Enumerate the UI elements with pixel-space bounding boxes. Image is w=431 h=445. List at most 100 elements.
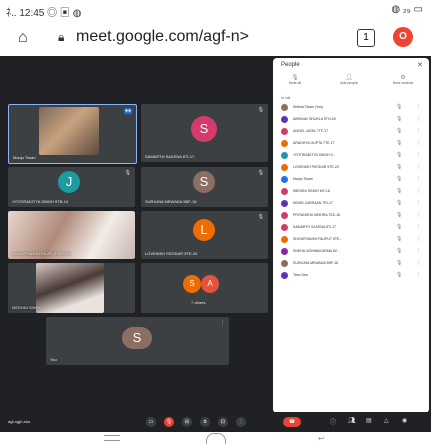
mic-icon[interactable]: 🎙︎ (396, 164, 402, 170)
participant-row[interactable]: PRIYANSHU MISHRA 7EZ-16 🎙︎ ⋮ (273, 210, 429, 221)
others-tile[interactable]: S A 7 others (141, 263, 268, 313)
mic-icon[interactable]: 🎙︎ (396, 212, 402, 218)
opera-menu-icon[interactable]: O (393, 27, 413, 47)
leave-call-button[interactable]: ☎︎ (283, 417, 301, 427)
participant-row[interactable]: SAMARTH SAXENA 8TI-17 🎙︎ ⋮ (273, 222, 429, 233)
participant-avatar (281, 104, 288, 111)
more-options-icon[interactable]: ⋮ (416, 200, 421, 206)
participant-name: MEDHNI SINGH 6IY-16 (293, 189, 330, 193)
video-tile[interactable]: SHOURYANSH RAJPUT 5TE-15 (8, 211, 135, 259)
people-icon[interactable]: 👥︎ (348, 417, 356, 424)
mic-icon[interactable]: 🎙︎ (396, 272, 402, 278)
tab-count-button[interactable]: 1 (357, 29, 375, 47)
recents-icon[interactable] (104, 435, 120, 441)
participant-name: MOHD ZARRAAN 7RI-17 (293, 201, 333, 205)
tile-name: SAMARTH SAXENA 8TI-17 (145, 154, 195, 159)
more-options-icon[interactable]: ⋮ (416, 236, 421, 242)
mic-icon[interactable]: 🎙︎ (396, 140, 402, 146)
more-options-icon[interactable]: ⋮ (416, 212, 421, 218)
raise-hand-icon[interactable]: ✋︎ (200, 417, 210, 427)
participant-row[interactable]: Shikha Tiwari (You) 🎙︎ ⋮ (273, 102, 429, 113)
video-tile[interactable]: 🎙︎ S SAMARTH SAXENA 8TI-17 (141, 104, 268, 162)
participant-avatar (281, 128, 288, 135)
more-options-icon[interactable]: ⋮ (236, 417, 246, 427)
mic-icon[interactable]: 🎙︎ (396, 116, 402, 122)
mic-off-icon: 🎙︎ (257, 170, 264, 176)
video-tile[interactable]: MEDHNI SINGH (8, 263, 135, 313)
more-options-icon[interactable]: ⋮ (416, 188, 421, 194)
participant-name: SAMARTH SAXENA 8TI-17 (293, 225, 337, 229)
more-options-icon[interactable]: ⋮ (416, 176, 421, 182)
more-options-icon[interactable]: ⋮ (416, 272, 421, 278)
more-options-icon[interactable]: ⋮ (416, 164, 421, 170)
more-options-icon[interactable]: ⋮ (416, 116, 421, 122)
more-options-icon[interactable]: ⋮ (416, 260, 421, 266)
more-options-icon[interactable]: ⋮ (416, 224, 421, 230)
participant-avatar (281, 164, 288, 171)
activities-icon[interactable]: △ (384, 417, 389, 424)
participant-row[interactable]: MEDHNI SINGH 6IY-16 🎙︎ ⋮ (273, 186, 429, 197)
mic-icon[interactable]: 🎙︎ (396, 200, 402, 206)
action-label: Host controls (392, 81, 414, 85)
more-options-icon[interactable]: ⋮ (416, 140, 421, 146)
mic-icon[interactable]: 🎙︎ (396, 188, 402, 194)
participant-name: ABHINAV SHUKLA 9TH-18 (293, 117, 336, 121)
video-tile[interactable]: 🎙︎ L LOVENISH PATIDAR 9TE-20 (141, 211, 268, 259)
url-field[interactable]: meet.google.com/agf-n> (76, 28, 346, 46)
mic-icon[interactable]: 🎙︎ (396, 236, 402, 242)
mic-icon[interactable]: 🎙︎ (396, 128, 402, 134)
mic-icon[interactable]: 🎙︎ (396, 248, 402, 254)
mic-icon[interactable]: 🎙︎ (396, 104, 402, 110)
video-tile[interactable]: 🎙︎ J JYOTIRADITYA SINGH 9TB-14 (8, 167, 135, 207)
back-icon[interactable]: ↩ (318, 434, 325, 443)
participant-name: ANGEL JATAV 7TF-17 (293, 129, 329, 133)
close-icon[interactable]: ✕ (417, 61, 423, 69)
more-options-icon[interactable]: ⋮ (416, 152, 421, 158)
lock-icon[interactable]: ◉ (402, 417, 407, 424)
mic-icon[interactable]: 🎙︎ (396, 176, 402, 182)
chat-icon[interactable]: ▤ (366, 417, 372, 424)
mic-off-button[interactable]: 🎙︎ (164, 417, 174, 427)
participant-avatar (281, 116, 288, 123)
participant-row[interactable]: Tanu Sen 🎙︎ ⋮ (273, 270, 429, 281)
meeting-code: agf-ngjh-shu (8, 419, 31, 424)
mic-icon: 🎙︎ (291, 75, 299, 81)
participant-name: Tanu Sen (293, 273, 308, 277)
participant-row[interactable]: ANGEL JATAV 7TF-17 🎙︎ ⋮ (273, 126, 429, 137)
home-button-icon[interactable] (206, 433, 226, 444)
control-bar: agf-ngjh-shu ▭ 🎙︎ ⊟ ✋︎ ⊡ ⋮ ☎︎ ⓘ 👥︎ ▤ △ ◉ (0, 412, 431, 432)
participant-row[interactable]: MOHD ZARRAAN 7RI-17 🎙︎ ⋮ (273, 198, 429, 209)
browser-toolbar: ⌂ 🔒︎ meet.google.com/agf-n> 1 O (0, 20, 431, 56)
video-tile[interactable]: 🎙︎ S SURAJNA MEWADA 5BF-16 (141, 167, 268, 207)
present-icon[interactable]: ⊡ (218, 417, 228, 427)
mic-icon[interactable]: 🎙︎ (396, 152, 402, 158)
mute-all-button[interactable]: 🎙︎ Mute all (275, 74, 315, 85)
more-options-icon[interactable]: ⋮ (416, 248, 421, 254)
participant-row[interactable]: Manju Tiwari 🎙︎ ⋮ (273, 174, 429, 185)
video-tile[interactable]: ●● Manju Tiwari (8, 104, 137, 164)
info-icon[interactable]: ⓘ (330, 417, 336, 426)
participant-row[interactable]: JYOTIRADITYA SINGH 9... 🎙︎ ⋮ (273, 150, 429, 161)
participant-row[interactable]: SURAJNA MEWADA 5BF-16 🎙︎ ⋮ (273, 258, 429, 269)
participant-row[interactable]: SHOURYANSH RAJPUT 5TE... 🎙︎ ⋮ (273, 234, 429, 245)
more-options-icon[interactable]: ⋮ (416, 128, 421, 134)
participant-row[interactable]: LOVENISH PATIDAR 9TE-20 🎙︎ ⋮ (273, 162, 429, 173)
status-icons: ◍ ₂₉ ▭ (391, 4, 423, 15)
more-options-icon[interactable]: ⋮ (220, 320, 225, 326)
participant-row[interactable]: SNEHA VISHWAKARMA 5V... 🎙︎ ⋮ (273, 246, 429, 257)
participant-video (36, 263, 104, 313)
participant-row[interactable]: ARADHYA GUPTA 7TE-17 🎙︎ ⋮ (273, 138, 429, 149)
self-tile[interactable]: ⋮ S You (46, 317, 229, 365)
more-options-icon[interactable]: ⋮ (416, 104, 421, 110)
participant-row[interactable]: ABHINAV SHUKLA 9TH-18 🎙︎ ⋮ (273, 114, 429, 125)
home-icon[interactable]: ⌂ (18, 29, 28, 47)
mic-icon[interactable]: 🎙︎ (396, 260, 402, 266)
tile-name: You (50, 357, 57, 362)
camera-icon[interactable]: ▭ (146, 417, 156, 427)
host-controls-button[interactable]: ⚙︎ Host controls (383, 74, 423, 85)
add-people-button[interactable]: 👤︎ Add people (329, 74, 369, 85)
participant-avatar (281, 272, 288, 279)
captions-icon[interactable]: ⊟ (182, 417, 192, 427)
mic-icon[interactable]: 🎙︎ (396, 224, 402, 230)
participant-name: LOVENISH PATIDAR 9TE-20 (293, 165, 339, 169)
